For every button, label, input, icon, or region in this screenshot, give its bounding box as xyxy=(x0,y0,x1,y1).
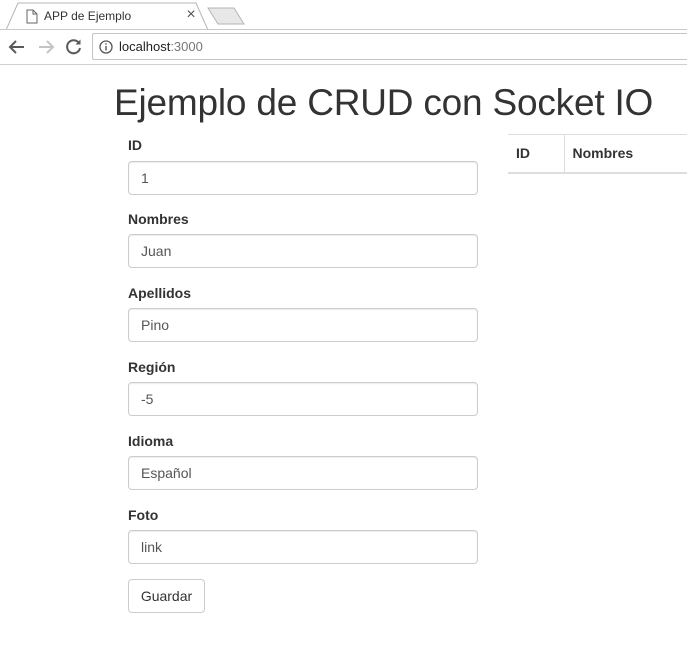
toolbar-divider xyxy=(0,64,687,65)
apellidos-input[interactable] xyxy=(128,308,478,342)
apellidos-label: Apellidos xyxy=(128,285,192,301)
region-label: Región xyxy=(128,359,176,375)
browser-toolbar: localhost:3000 xyxy=(0,30,687,64)
form-group-foto: Foto xyxy=(128,507,478,565)
foto-label: Foto xyxy=(128,507,159,523)
id-label: ID xyxy=(128,137,142,153)
column-header-id: ID xyxy=(508,134,565,174)
form-group-region: Región xyxy=(128,359,478,417)
form-group-id: ID xyxy=(128,137,478,195)
region-input[interactable] xyxy=(128,382,478,416)
form-group-idioma: Idioma xyxy=(128,433,478,491)
column-header-nombres: Nombres xyxy=(564,134,687,174)
foto-input[interactable] xyxy=(128,530,478,564)
reload-icon[interactable] xyxy=(65,38,83,56)
back-arrow-icon[interactable] xyxy=(8,38,26,56)
forward-arrow-icon[interactable] xyxy=(37,38,55,56)
nombres-input[interactable] xyxy=(128,234,478,268)
new-tab-button[interactable] xyxy=(207,7,245,25)
idioma-input[interactable] xyxy=(128,456,478,490)
save-button[interactable]: Guardar xyxy=(128,579,205,613)
form-group-nombres: Nombres xyxy=(128,211,478,269)
records-table: ID Nombres xyxy=(508,134,687,174)
form-group-apellidos: Apellidos xyxy=(128,285,478,343)
idioma-label: Idioma xyxy=(128,433,174,449)
table-header: ID Nombres xyxy=(508,134,687,174)
tab-title: APP de Ejemplo xyxy=(44,9,132,23)
info-icon[interactable] xyxy=(99,40,113,54)
table-header-row: ID Nombres xyxy=(508,134,687,174)
id-input[interactable] xyxy=(128,161,478,195)
page-title: Ejemplo de CRUD con Socket IO xyxy=(114,82,654,123)
page-icon xyxy=(26,9,38,24)
nombres-label: Nombres xyxy=(128,211,189,227)
url-host: localhost xyxy=(119,39,171,54)
browser-tab-active[interactable]: APP de Ejemplo × xyxy=(6,2,209,31)
browser-tabbar: APP de Ejemplo × xyxy=(0,0,687,32)
url-port: :3000 xyxy=(170,39,203,54)
address-bar[interactable]: localhost:3000 xyxy=(92,33,687,60)
close-icon[interactable]: × xyxy=(184,7,198,23)
url-text: localhost:3000 xyxy=(119,39,203,54)
